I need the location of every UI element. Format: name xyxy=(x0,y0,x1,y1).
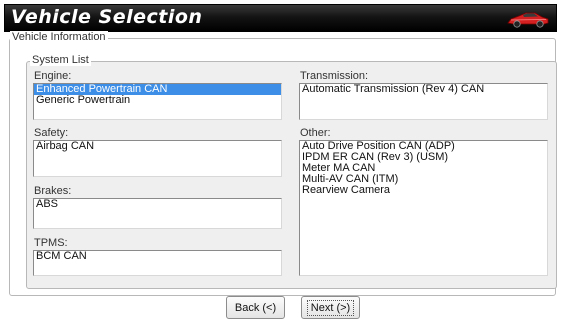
vehicle-information-legend: Vehicle Information xyxy=(10,31,108,43)
safety-item[interactable]: Airbag CAN xyxy=(34,141,281,152)
transmission-listbox[interactable]: Automatic Transmission (Rev 4) CAN xyxy=(299,83,548,120)
next-button[interactable]: Next (>) xyxy=(301,296,360,319)
other-item[interactable]: Rearview Camera xyxy=(300,185,547,196)
next-button-label: Next (>) xyxy=(306,299,355,316)
tpms-item[interactable]: BCM CAN xyxy=(34,251,281,262)
title-bar: Vehicle Selection xyxy=(4,4,557,32)
tpms-label: TPMS: xyxy=(34,237,68,249)
engine-listbox[interactable]: Enhanced Powertrain CAN Generic Powertra… xyxy=(33,83,282,120)
back-button[interactable]: Back (<) xyxy=(226,296,285,319)
back-button-label: Back (<) xyxy=(234,301,277,314)
transmission-item[interactable]: Automatic Transmission (Rev 4) CAN xyxy=(300,84,547,95)
other-label: Other: xyxy=(300,127,331,139)
other-listbox[interactable]: Auto Drive Position CAN (ADP) IPDM ER CA… xyxy=(299,140,548,276)
safety-label: Safety: xyxy=(34,127,69,139)
transmission-label: Transmission: xyxy=(300,70,369,82)
brakes-label: Brakes: xyxy=(34,185,72,197)
engine-label: Engine: xyxy=(34,70,72,82)
system-list-legend: System List xyxy=(30,54,91,66)
tpms-listbox[interactable]: BCM CAN xyxy=(33,250,282,276)
safety-listbox[interactable]: Airbag CAN xyxy=(33,140,282,177)
brakes-item[interactable]: ABS xyxy=(34,199,281,210)
engine-item-generic-powertrain[interactable]: Generic Powertrain xyxy=(34,95,281,106)
red-sports-car-icon xyxy=(507,12,549,28)
brakes-listbox[interactable]: ABS xyxy=(33,198,282,229)
window-title: Vehicle Selection xyxy=(11,6,203,28)
